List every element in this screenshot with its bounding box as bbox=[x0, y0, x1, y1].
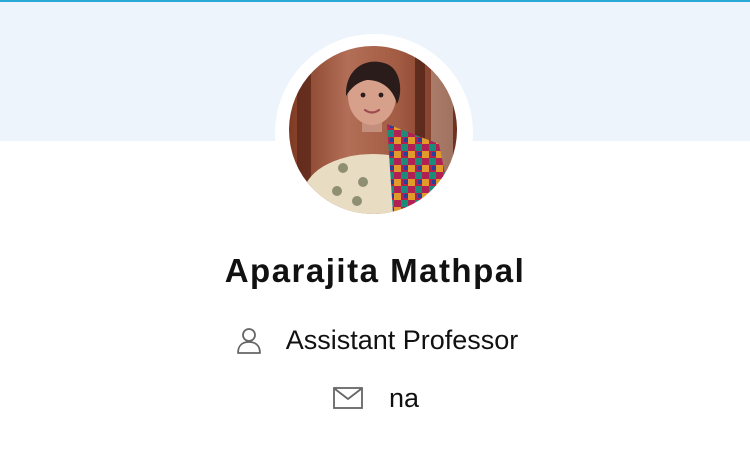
mail-icon bbox=[331, 381, 365, 415]
user-icon bbox=[232, 323, 266, 357]
email-row: na bbox=[0, 378, 750, 418]
designation-text: Assistant Professor bbox=[285, 324, 519, 355]
avatar bbox=[289, 46, 457, 214]
email-text: na bbox=[388, 382, 420, 413]
avatar-photo bbox=[289, 46, 457, 214]
profile-card: Aparajita Mathpal Assistant Professor na bbox=[0, 0, 750, 461]
designation-row: Assistant Professor bbox=[0, 320, 750, 360]
profile-name: Aparajita Mathpal bbox=[224, 252, 526, 289]
